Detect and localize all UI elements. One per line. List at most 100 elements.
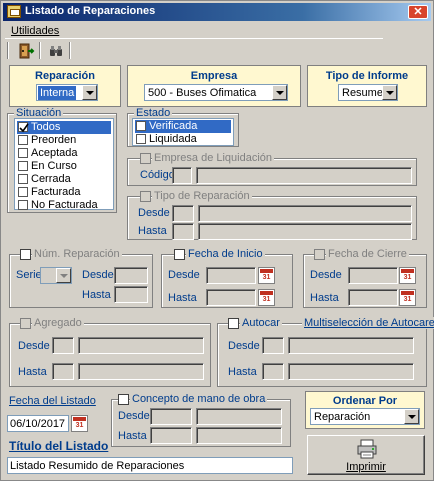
tipo-reparacion-desde-desc[interactable]: [198, 205, 412, 222]
reparacion-value: Interna: [38, 86, 77, 100]
num-reparacion-desde-field[interactable]: [114, 267, 148, 284]
mano-obra-hasta-desc[interactable]: [196, 427, 282, 444]
fecha-inicio-hasta-field[interactable]: [206, 289, 256, 306]
checkbox[interactable]: [18, 135, 28, 145]
mano-obra-hasta-code[interactable]: [150, 427, 192, 444]
imprimir-button[interactable]: Imprimir: [307, 435, 425, 475]
fecha-cierre-checkbox[interactable]: [314, 249, 325, 260]
calendar-icon[interactable]: 31: [399, 267, 416, 284]
fecha-inicio-label: Fecha de Inicio: [186, 248, 265, 260]
chevron-down-icon[interactable]: [382, 85, 397, 100]
checkbox[interactable]: [136, 134, 146, 144]
autocar-group: Autocar Multiselección de Autocares Desd…: [217, 317, 434, 387]
titulo-listado-field[interactable]: Listado Resumido de Reparaciones: [7, 457, 293, 474]
mano-obra-checkbox[interactable]: [118, 394, 129, 405]
close-button[interactable]: ✕: [408, 5, 428, 19]
situacion-list[interactable]: Todos Preorden Aceptada En Curso Cerrada Fact…: [14, 118, 114, 212]
fecha-cierre-hasta-field[interactable]: [348, 289, 398, 306]
empresa-liquidacion-checkbox[interactable]: [140, 153, 151, 164]
autocar-desde-label: Desde: [228, 340, 260, 352]
situacion-item[interactable]: Facturada: [17, 186, 111, 199]
fecha-listado-field[interactable]: 06/10/2017: [7, 415, 69, 432]
autocar-checkbox[interactable]: [228, 318, 239, 329]
mano-obra-desde-code[interactable]: [150, 408, 192, 425]
agregado-desde-desc[interactable]: [78, 337, 204, 354]
tipo-informe-select[interactable]: Resumen: [338, 84, 398, 101]
chevron-down-icon[interactable]: [404, 409, 419, 424]
chevron-down-icon[interactable]: [82, 85, 97, 100]
ordenar-value: Reparación: [314, 411, 371, 423]
estado-list[interactable]: Verificada Liquidada: [132, 118, 234, 146]
multiseleccion-autocares-link[interactable]: Multiselección de Autocares: [302, 317, 434, 329]
checkbox[interactable]: [18, 200, 28, 210]
main-window: Listado de Reparaciones ✕ Utilidades Rep…: [0, 0, 434, 481]
exit-door-icon[interactable]: [17, 42, 37, 60]
calendar-icon[interactable]: 31: [258, 267, 275, 284]
mano-obra-desde-desc[interactable]: [196, 408, 282, 425]
serie-select[interactable]: [40, 267, 72, 284]
fecha-cierre-desde-label: Desde: [310, 269, 342, 281]
agregado-checkbox[interactable]: [20, 318, 31, 329]
estado-item[interactable]: Liquidada: [135, 133, 231, 146]
situacion-item[interactable]: En Curso: [17, 160, 111, 173]
ordenar-select[interactable]: Reparación: [310, 408, 420, 425]
situacion-item-label: No Facturada: [31, 199, 98, 211]
codigo-desc-field[interactable]: [196, 167, 412, 184]
empresa-panel: Empresa 500 - Buses Ofimatica: [127, 65, 301, 107]
num-reparacion-checkbox[interactable]: [20, 249, 31, 260]
agregado-hasta-desc[interactable]: [78, 363, 204, 380]
checkbox[interactable]: [18, 174, 28, 184]
autocar-desde-desc[interactable]: [288, 337, 414, 354]
situacion-item[interactable]: Preorden: [17, 134, 111, 147]
checkbox[interactable]: [18, 161, 28, 171]
autocar-hasta-desc[interactable]: [288, 363, 414, 380]
situacion-item[interactable]: No Facturada: [17, 199, 111, 212]
estado-group: Estado Verificada Liquidada: [127, 107, 239, 147]
estado-item[interactable]: Verificada: [135, 120, 231, 133]
mano-obra-hasta-label: Hasta: [118, 430, 147, 442]
menu-bar: Utilidades: [5, 23, 383, 39]
agregado-label: Agregado: [32, 317, 84, 329]
menu-utilidades[interactable]: Utilidades: [11, 25, 59, 37]
tipo-informe-panel: Tipo de Informe Resumen: [307, 65, 427, 107]
autocar-desde-code[interactable]: [262, 337, 284, 354]
tipo-reparacion-checkbox[interactable]: [140, 191, 151, 202]
toolbar-separator: [7, 42, 9, 59]
reparacion-label: Reparación: [35, 70, 95, 82]
situacion-item-label: Cerrada: [31, 173, 71, 185]
chevron-down-icon[interactable]: [56, 268, 71, 283]
fecha-inicio-checkbox[interactable]: [174, 249, 185, 260]
binoculars-icon[interactable]: [47, 42, 67, 60]
mano-obra-label: Concepto de mano de obra: [130, 393, 268, 405]
num-reparacion-hasta-field[interactable]: [114, 286, 148, 303]
fecha-inicio-desde-label: Desde: [168, 269, 200, 281]
tipo-reparacion-hasta-desc[interactable]: [198, 223, 412, 240]
checkbox[interactable]: [18, 187, 28, 197]
calendar-icon[interactable]: 31: [258, 289, 275, 306]
toolbar-separator: [69, 42, 71, 59]
agregado-hasta-code[interactable]: [52, 363, 74, 380]
fecha-inicio-desde-field[interactable]: [206, 267, 256, 284]
calendar-icon[interactable]: 31: [71, 415, 88, 432]
situacion-item[interactable]: Cerrada: [17, 173, 111, 186]
tipo-reparacion-hasta-code[interactable]: [172, 223, 194, 240]
situacion-item[interactable]: Aceptada: [17, 147, 111, 160]
calendar-icon[interactable]: 31: [399, 289, 416, 306]
serie-label: Serie: [16, 269, 42, 281]
fecha-listado-value: 06/10/2017: [10, 418, 66, 430]
autocar-hasta-code[interactable]: [262, 363, 284, 380]
reparacion-select[interactable]: Interna: [36, 84, 98, 101]
fecha-cierre-desde-field[interactable]: [348, 267, 398, 284]
chevron-down-icon[interactable]: [272, 85, 287, 100]
tipo-informe-label: Tipo de Informe: [325, 70, 409, 82]
tipo-reparacion-desde-code[interactable]: [172, 205, 194, 222]
checkbox[interactable]: [136, 121, 146, 131]
agregado-desde-code[interactable]: [52, 337, 74, 354]
checkbox[interactable]: [18, 122, 29, 133]
empresa-select[interactable]: 500 - Buses Ofimatica: [144, 84, 288, 101]
empresa-liquidacion-label: Empresa de Liquidación: [152, 152, 275, 164]
checkbox[interactable]: [18, 148, 28, 158]
agregado-desde-label: Desde: [18, 340, 50, 352]
codigo-field[interactable]: [172, 167, 192, 184]
situacion-item[interactable]: Todos: [17, 121, 111, 134]
